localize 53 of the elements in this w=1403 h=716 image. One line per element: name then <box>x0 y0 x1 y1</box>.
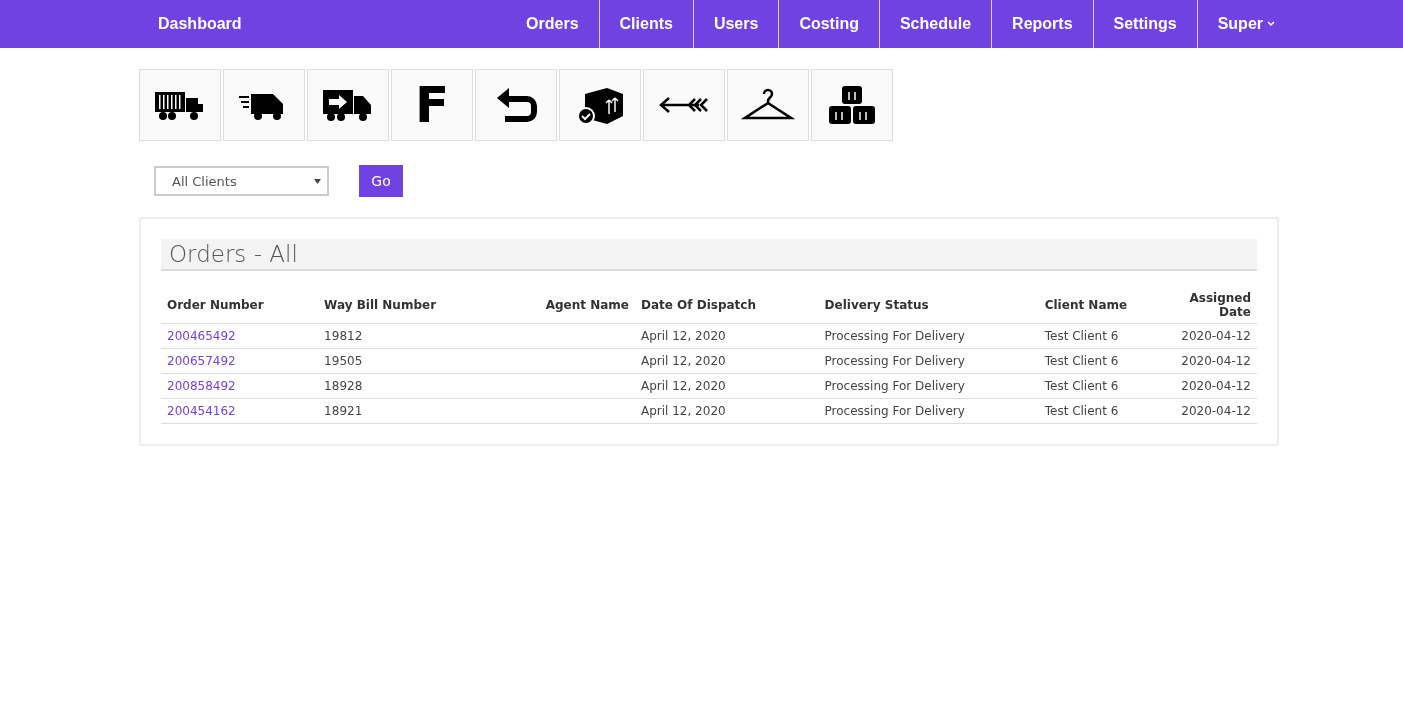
nav-link[interactable]: Super <box>1196 0 1295 48</box>
nav-link[interactable]: Clients <box>598 0 693 48</box>
table-cell: 2020-04-12 <box>1181 404 1251 418</box>
table-cell: 19505 <box>324 354 363 368</box>
table-cell: 19812 <box>324 329 363 343</box>
table-cell: 2020-04-12 <box>1181 329 1251 343</box>
nav-link[interactable]: Users <box>692 0 779 48</box>
brand-link[interactable]: Dashboard <box>158 15 242 33</box>
column-header: Assigned Date <box>1175 283 1257 324</box>
table-cell: April 12, 2020 <box>640 354 726 368</box>
order-link[interactable]: 200657492 <box>167 354 236 368</box>
order-link[interactable]: 200465492 <box>167 329 236 343</box>
table-cell: April 12, 2020 <box>640 379 726 393</box>
table-cell: Test Client 6 <box>1044 329 1119 343</box>
nav-link[interactable]: Schedule <box>878 0 992 48</box>
table-cell: 18928 <box>324 379 363 393</box>
tool-button[interactable] <box>223 69 305 141</box>
table-cell: Processing For Delivery <box>824 404 965 418</box>
table-cell: Processing For Delivery <box>824 329 965 343</box>
nav-link[interactable]: Costing <box>778 0 879 48</box>
order-link[interactable]: 200454162 <box>167 404 236 418</box>
table-cell: Processing For Delivery <box>824 379 965 393</box>
column-header: Date Of Dispatch <box>634 283 819 324</box>
tool-button[interactable] <box>307 69 389 141</box>
table-cell: Processing For Delivery <box>824 354 965 368</box>
nav-link[interactable]: Orders <box>506 0 599 48</box>
table-cell: Test Client 6 <box>1044 404 1119 418</box>
tool-button[interactable] <box>643 69 725 141</box>
order-link[interactable]: 200858492 <box>167 379 236 393</box>
column-header: Delivery Status <box>818 283 1039 324</box>
table-cell: Test Client 6 <box>1044 354 1119 368</box>
go-button[interactable]: Go <box>359 165 403 197</box>
table-cell: April 12, 2020 <box>640 404 726 418</box>
dropdown-arrow-icon <box>314 178 321 184</box>
nav-link[interactable]: Settings <box>1092 0 1197 48</box>
panel-title: Orders - All <box>161 239 1257 271</box>
tool-button[interactable] <box>559 69 641 141</box>
tool-button[interactable] <box>727 69 809 141</box>
table-cell: 18921 <box>324 404 363 418</box>
tool-button[interactable]: F <box>391 69 473 141</box>
column-header: Way Bill Number <box>318 283 498 324</box>
column-header: Order Number <box>161 283 319 324</box>
tool-button[interactable] <box>475 69 557 141</box>
tool-button[interactable] <box>139 69 221 141</box>
table-cell: Test Client 6 <box>1044 379 1119 393</box>
column-header: Client Name <box>1038 283 1176 324</box>
table-cell: 2020-04-12 <box>1181 379 1251 393</box>
column-header: Agent Name <box>497 283 635 324</box>
table-cell: April 12, 2020 <box>640 329 726 343</box>
tool-button[interactable] <box>811 69 893 141</box>
client-select[interactable]: All Clients <box>154 166 329 196</box>
nav-link[interactable]: Reports <box>991 0 1093 48</box>
table-cell: 2020-04-12 <box>1181 354 1251 368</box>
